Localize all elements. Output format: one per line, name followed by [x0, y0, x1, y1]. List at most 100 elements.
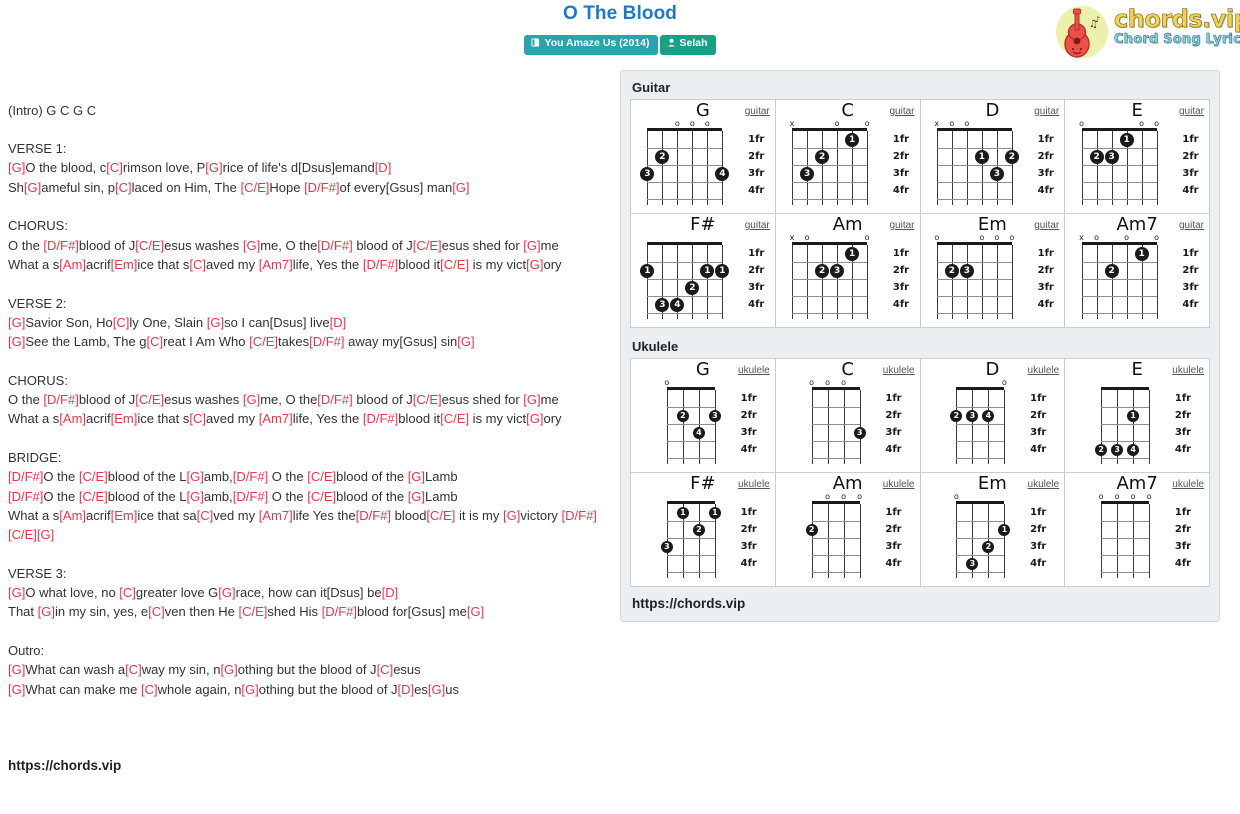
instrument-link[interactable]: ukulele	[1172, 365, 1204, 376]
chord-marker[interactable]: [D]	[375, 160, 392, 175]
chord-marker[interactable]: [D/F#]	[309, 334, 344, 349]
chord-marker[interactable]: [G]	[503, 508, 520, 523]
instrument-link[interactable]: ukulele	[883, 365, 915, 376]
site-logo[interactable]: ♫ ♪ chords.vip Chord Song Lyric	[1042, 2, 1240, 62]
chord-marker[interactable]: [C/E]	[440, 257, 469, 272]
chord-marker[interactable]: [G]	[205, 160, 222, 175]
chord-cell[interactable]: Cguitar x o o 1 2 3 1fr 2fr 3fr 4fr	[775, 100, 920, 213]
chord-marker[interactable]: [G]	[8, 334, 25, 349]
chord-marker[interactable]: [G]	[243, 392, 260, 407]
chord-marker[interactable]: [C]	[115, 180, 132, 195]
chord-marker[interactable]: [C/E]	[307, 469, 336, 484]
chord-marker[interactable]: [C/E]	[426, 508, 455, 523]
chord-marker[interactable]: [G]	[241, 682, 258, 697]
chord-marker[interactable]: [G]	[187, 489, 204, 504]
chord-marker[interactable]: [G]	[526, 257, 543, 272]
chord-marker[interactable]: [D/F#]	[304, 180, 339, 195]
chord-marker[interactable]: [G]	[8, 315, 25, 330]
chord-marker[interactable]: [G]	[8, 682, 25, 697]
chord-marker[interactable]: [C/E]	[240, 180, 269, 195]
instrument-link[interactable]: guitar	[1179, 106, 1204, 117]
chord-cell[interactable]: F# ukulele 1 1 2 3 1fr 2fr 3fr 4fr	[631, 473, 775, 586]
chord-cell[interactable]: Eukulele 1 2 3 4 1fr 2fr 3fr 4fr	[1065, 359, 1209, 472]
chord-marker[interactable]: [C/E]	[249, 334, 278, 349]
instrument-link[interactable]: ukulele	[1028, 479, 1060, 490]
chord-marker[interactable]: [Am]	[59, 508, 86, 523]
chord-cell[interactable]: Am ukulele o o o 2 1fr 2fr 3fr 4fr	[775, 473, 920, 586]
chord-marker[interactable]: [C]	[141, 682, 158, 697]
chord-marker[interactable]: [D]	[330, 315, 347, 330]
chord-marker[interactable]: [C/E]	[135, 238, 164, 253]
chord-cell[interactable]: Am7 ukulele o o o o 1fr 2fr 3fr 4fr	[1065, 473, 1209, 586]
chord-marker[interactable]: [D]	[382, 585, 399, 600]
chord-marker[interactable]: [G]	[8, 662, 25, 677]
chord-marker[interactable]: [D/F#]	[317, 392, 352, 407]
chord-marker[interactable]: [D/F#]	[356, 508, 391, 523]
chord-cell[interactable]: Am7 guitar x o o o 1 2 1fr 2fr 3fr 4fr	[1065, 214, 1209, 327]
chord-marker[interactable]: [Am]	[59, 257, 86, 272]
chord-marker[interactable]: [C]	[119, 585, 136, 600]
chord-marker[interactable]: [D/F#]	[317, 238, 352, 253]
chord-marker[interactable]: [D/F#]	[233, 469, 268, 484]
chord-marker[interactable]: [C]	[377, 662, 394, 677]
chord-marker[interactable]: [G]	[523, 392, 540, 407]
chord-marker[interactable]: [G]	[408, 469, 425, 484]
chord-marker[interactable]: [G]	[523, 238, 540, 253]
album-badge[interactable]: You Amaze Us (2014)	[524, 35, 658, 55]
instrument-link[interactable]: guitar	[889, 106, 914, 117]
chord-cell[interactable]: Dguitar x o o 1 2 3 1fr 2fr 3fr 4fr	[920, 100, 1065, 213]
chord-marker[interactable]: [G]	[220, 662, 237, 677]
artist-badge[interactable]: Selah	[659, 35, 716, 55]
chord-marker[interactable]: [G]	[218, 585, 235, 600]
chord-marker[interactable]: [G]	[207, 315, 224, 330]
chord-marker[interactable]: [D/F#]	[233, 489, 268, 504]
chord-marker[interactable]: [C/E]	[413, 392, 442, 407]
chord-cell[interactable]: Am guitar x o o 1 2 3 1fr 2fr 3fr 4fr	[775, 214, 920, 327]
chord-cell[interactable]: Cukulele o o o 3 1fr 2fr 3fr 4fr	[775, 359, 920, 472]
chord-marker[interactable]: [G]	[526, 411, 543, 426]
chord-marker[interactable]: [Em]	[111, 411, 138, 426]
chord-cell[interactable]: Em ukulele o 1 2 3 1fr 2fr 3fr 4fr	[920, 473, 1065, 586]
chord-marker[interactable]: [G]	[452, 180, 469, 195]
chord-cell[interactable]: F# guitar 1 1 1 2 3 4 1fr 2fr 3fr 4fr	[631, 214, 775, 327]
instrument-link[interactable]: ukulele	[1172, 479, 1204, 490]
chord-marker[interactable]: [Am7]	[259, 508, 293, 523]
chord-marker[interactable]: [C]	[189, 411, 206, 426]
chord-cell[interactable]: Gguitar o o o 2 3 4 1fr 2fr 3fr 4fr	[631, 100, 775, 213]
chord-marker[interactable]: [C]	[148, 604, 165, 619]
chord-marker[interactable]: [Am7]	[259, 411, 293, 426]
chord-marker[interactable]: [G]	[243, 238, 260, 253]
chord-marker[interactable]: [G]	[8, 585, 25, 600]
chord-marker[interactable]: [D/F#]	[363, 411, 398, 426]
chord-cell[interactable]: Eguitar o o o 1 2 3 1fr 2fr 3fr 4fr	[1065, 100, 1209, 213]
chord-marker[interactable]: [C]	[113, 315, 130, 330]
chord-marker[interactable]: [G]	[187, 469, 204, 484]
chord-marker[interactable]: [D/F#]	[43, 238, 78, 253]
instrument-link[interactable]: guitar	[1034, 220, 1059, 231]
chord-marker[interactable]: [D/F#]	[322, 604, 357, 619]
chord-cell[interactable]: Gukulele o 2 3 4 1fr 2fr 3fr 4fr	[631, 359, 775, 472]
instrument-link[interactable]: ukulele	[883, 479, 915, 490]
chord-marker[interactable]: [C/E]	[440, 411, 469, 426]
chord-marker[interactable]: [C]	[147, 334, 164, 349]
chord-marker[interactable]: [C/E]	[307, 489, 336, 504]
chord-cell[interactable]: Dukulele o 2 3 4 1fr 2fr 3fr 4fr	[920, 359, 1065, 472]
chord-marker[interactable]: [G]	[24, 180, 41, 195]
panel-footer-url[interactable]: https://chords.vip	[632, 596, 1210, 611]
chord-marker[interactable]: [G]	[428, 682, 445, 697]
instrument-link[interactable]: guitar	[745, 220, 770, 231]
chord-marker[interactable]: [C/E]	[239, 604, 268, 619]
chord-marker[interactable]: [G]	[38, 604, 55, 619]
chord-marker[interactable]: [C/E]	[413, 238, 442, 253]
chord-marker[interactable]: [Em]	[111, 508, 138, 523]
chord-marker[interactable]: [G]	[8, 160, 25, 175]
chord-cell[interactable]: Em guitar o o o o 2 3 1fr 2fr 3fr 4fr	[920, 214, 1065, 327]
instrument-link[interactable]: guitar	[745, 106, 770, 117]
chord-marker[interactable]: [Am7]	[259, 257, 293, 272]
chord-marker[interactable]: [D/F#]	[8, 489, 43, 504]
chord-marker[interactable]: [C/E]	[79, 469, 108, 484]
instrument-link[interactable]: guitar	[889, 220, 914, 231]
chord-marker[interactable]: [G]	[457, 334, 474, 349]
chord-marker[interactable]: [C]	[125, 662, 142, 677]
chord-marker[interactable]: [Em]	[111, 257, 138, 272]
